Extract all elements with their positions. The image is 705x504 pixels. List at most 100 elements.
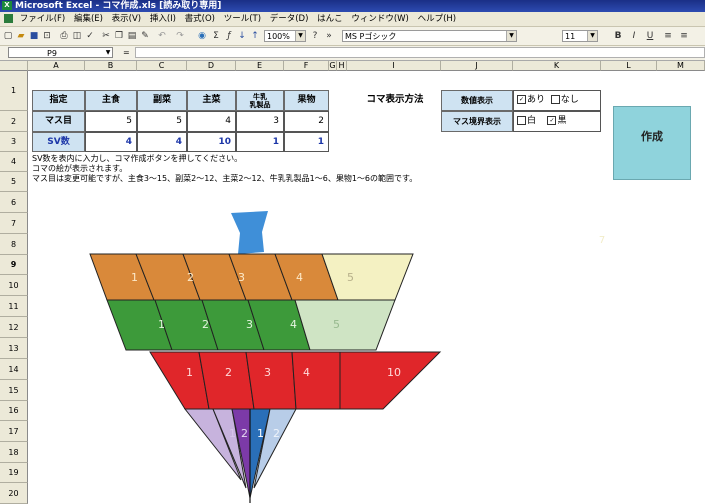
italic-icon[interactable]: I <box>628 29 640 43</box>
help-icon[interactable]: ? <box>309 29 321 43</box>
create-button[interactable]: 作成 <box>613 106 691 180</box>
column-header-e[interactable]: E <box>236 61 284 71</box>
permission-icon[interactable]: ⊡ <box>41 29 53 43</box>
numeric-on-label[interactable]: あり <box>527 95 545 105</box>
menu-help[interactable]: ヘルプ(H) <box>418 14 457 24</box>
column-header-i[interactable]: I <box>347 61 441 71</box>
chevron-down-icon[interactable]: ▼ <box>295 31 305 41</box>
menu-tools[interactable]: ツール(T) <box>224 14 261 24</box>
column-header-a[interactable]: A <box>28 61 85 71</box>
row-header-20[interactable]: 20 <box>0 483 28 504</box>
row-header-3[interactable]: 3 <box>0 132 28 152</box>
menu-insert[interactable]: 挿入(I) <box>150 14 176 24</box>
bold-icon[interactable]: B <box>612 29 624 43</box>
chevron-down-icon[interactable]: ▼ <box>104 48 112 57</box>
menu-view[interactable]: 表示(V) <box>112 14 141 24</box>
save-icon[interactable]: ■ <box>28 29 40 43</box>
copy-icon[interactable]: ❐ <box>113 29 125 43</box>
row-header-8[interactable]: 8 <box>0 234 28 255</box>
column-header-k[interactable]: K <box>513 61 601 71</box>
sv-fruit-cell[interactable]: 1 <box>284 132 329 152</box>
new-file-icon[interactable]: ▢ <box>2 29 14 43</box>
font-size-select[interactable]: 11 ▼ <box>562 30 598 42</box>
row-header-5[interactable]: 5 <box>0 172 28 192</box>
numeric-off-label[interactable]: なし <box>561 95 579 105</box>
masu-fruit-cell[interactable]: 2 <box>284 111 329 132</box>
sort-ascending-icon[interactable]: ↓ <box>236 29 248 43</box>
row-header-17[interactable]: 17 <box>0 421 28 442</box>
masu-milk-cell[interactable]: 3 <box>236 111 284 132</box>
toolbar-options-icon[interactable]: » <box>324 29 334 43</box>
table-header-spec: 指定 <box>32 90 85 111</box>
undo-icon[interactable]: ↶ <box>156 29 168 43</box>
column-header-l[interactable]: L <box>601 61 657 71</box>
masu-staple-cell[interactable]: 5 <box>85 111 137 132</box>
row-header-12[interactable]: 12 <box>0 317 28 338</box>
row-header-18[interactable]: 18 <box>0 442 28 463</box>
menu-data[interactable]: データ(D) <box>270 14 309 24</box>
column-header-b[interactable]: B <box>85 61 137 71</box>
row-header-15[interactable]: 15 <box>0 380 28 401</box>
redo-icon[interactable]: ↷ <box>174 29 186 43</box>
checkbox-unchecked-icon[interactable] <box>517 116 526 125</box>
row-header-1[interactable]: 1 <box>0 71 28 111</box>
autosum-icon[interactable]: Σ <box>210 29 222 43</box>
sv-side-cell[interactable]: 4 <box>137 132 187 152</box>
name-box[interactable]: P9 ▼ <box>8 47 113 58</box>
row-header-19[interactable]: 19 <box>0 463 28 483</box>
column-header-m[interactable]: M <box>657 61 705 71</box>
sv-milk-cell[interactable]: 1 <box>236 132 284 152</box>
sv-main-cell[interactable]: 10 <box>187 132 236 152</box>
select-all-corner[interactable] <box>0 61 28 71</box>
underline-icon[interactable]: U <box>644 29 656 43</box>
menu-file[interactable]: ファイル(F) <box>20 14 66 24</box>
row-header-9[interactable]: 9 <box>0 255 28 275</box>
masu-side-cell[interactable]: 5 <box>137 111 187 132</box>
column-header-f[interactable]: F <box>284 61 329 71</box>
sort-descending-icon[interactable]: ↑ <box>249 29 261 43</box>
chevron-down-icon[interactable]: ▼ <box>587 31 597 41</box>
column-header-g[interactable]: G <box>329 61 337 71</box>
column-header-c[interactable]: C <box>137 61 187 71</box>
column-header-h[interactable]: H <box>337 61 347 71</box>
checkbox-checked-icon[interactable]: ✓ <box>547 116 557 125</box>
row-header-2[interactable]: 2 <box>0 111 28 132</box>
row-header-6[interactable]: 6 <box>0 192 28 213</box>
row-header-16[interactable]: 16 <box>0 401 28 421</box>
row-header-14[interactable]: 14 <box>0 359 28 380</box>
column-header-d[interactable]: D <box>187 61 236 71</box>
menu-hanko[interactable]: はんこ <box>317 14 343 24</box>
display-method-title: コマ表示方法 <box>366 94 424 105</box>
paste-icon[interactable]: ▤ <box>126 29 138 43</box>
function-icon[interactable]: ƒ <box>223 29 235 43</box>
sv-staple-cell[interactable]: 4 <box>85 132 137 152</box>
border-black-label[interactable]: 黒 <box>557 116 566 126</box>
align-left-icon[interactable]: ≡ <box>662 29 674 43</box>
masu-main-cell[interactable]: 4 <box>187 111 236 132</box>
spelling-icon[interactable]: ✓ <box>84 29 96 43</box>
row-header-10[interactable]: 10 <box>0 275 28 296</box>
zoom-select[interactable]: 100% ▼ <box>264 30 306 42</box>
chevron-down-icon[interactable]: ▼ <box>506 31 516 41</box>
menu-window[interactable]: ウィンドウ(W) <box>351 14 409 24</box>
formula-input[interactable] <box>135 47 705 58</box>
align-center-icon[interactable]: ≡ <box>678 29 690 43</box>
row-header-13[interactable]: 13 <box>0 338 28 359</box>
row-header-7[interactable]: 7 <box>0 213 28 234</box>
row-header-4[interactable]: 4 <box>0 152 28 172</box>
checkbox-checked-icon[interactable]: ✓ <box>517 95 526 104</box>
menu-format[interactable]: 書式(O) <box>185 14 215 24</box>
document-icon[interactable] <box>4 14 13 23</box>
print-icon[interactable]: ⎙ <box>58 29 70 43</box>
column-header-j[interactable]: J <box>441 61 513 71</box>
hyperlink-icon[interactable]: ◉ <box>196 29 208 43</box>
border-white-label[interactable]: 白 <box>527 116 536 126</box>
checkbox-unchecked-icon[interactable] <box>550 95 560 104</box>
cut-icon[interactable]: ✂ <box>100 29 112 43</box>
menu-edit[interactable]: 編集(E) <box>74 14 103 24</box>
format-painter-icon[interactable]: ✎ <box>139 29 151 43</box>
open-folder-icon[interactable]: ▰ <box>15 29 27 43</box>
print-preview-icon[interactable]: ◫ <box>71 29 83 43</box>
row-header-11[interactable]: 11 <box>0 296 28 317</box>
font-select[interactable]: MS Pゴシック ▼ <box>342 30 517 42</box>
